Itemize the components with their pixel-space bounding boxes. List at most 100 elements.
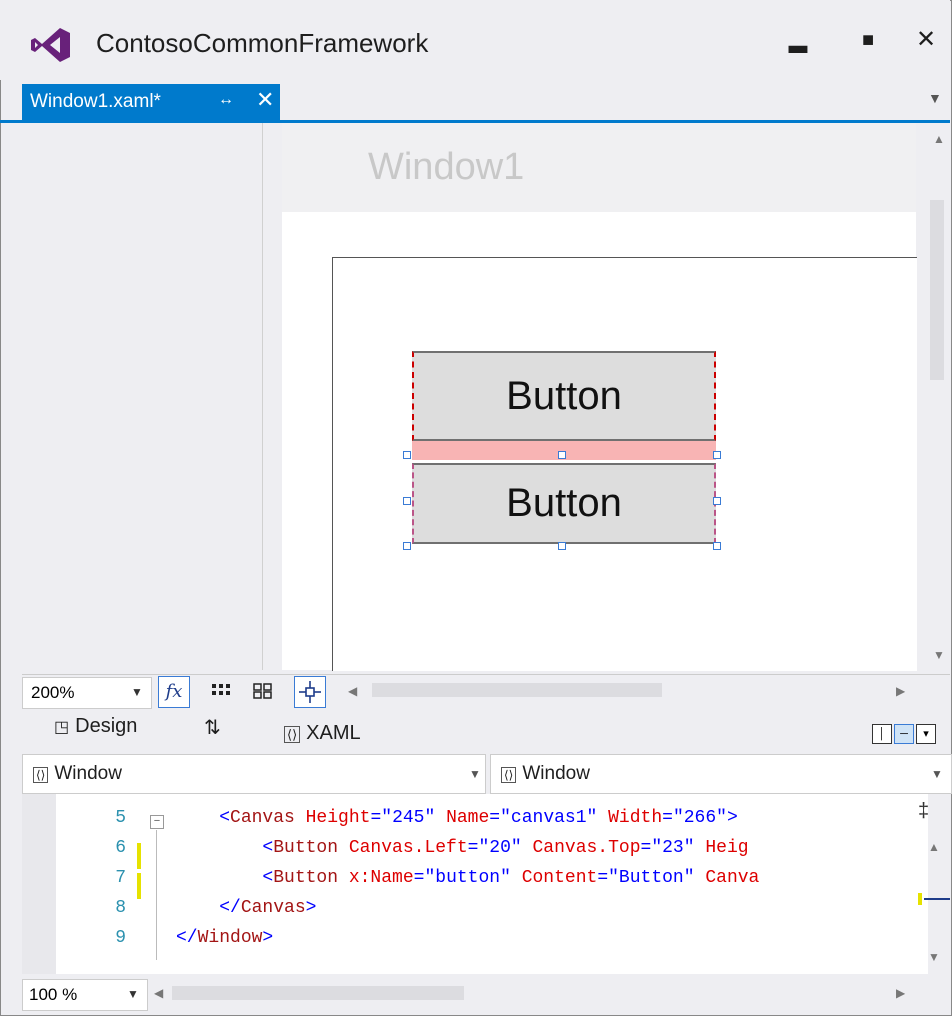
vertical-split-icon[interactable]: │ [872,724,892,744]
code-token: = [489,808,501,828]
minimize-button[interactable]: ▂ [776,18,820,62]
element-icon: ⟨⟩ [501,767,517,783]
code-token: "23" [651,838,695,858]
editor-horizontal-scroll-thumb[interactable] [172,986,464,1000]
element-scope-value: ⟨⟩ Window [33,763,122,785]
window-title: ContosoCommonFramework [96,28,429,58]
code-token: = [370,808,382,828]
maximize-button[interactable]: ■ [846,18,890,62]
resize-handle[interactable] [403,542,411,550]
collapse-pane-icon[interactable]: ▾ [916,724,936,744]
resize-handle[interactable] [403,497,411,505]
code-token: Width [597,808,663,828]
line-number: 8 [115,898,126,918]
chevron-down-icon: ▼ [127,987,139,1001]
line-number: 7 [115,868,126,888]
editor-scroll-down-arrow-icon[interactable]: ▼ [928,950,940,964]
designer-vertical-scroll-thumb[interactable] [930,200,944,380]
scroll-left-arrow-icon[interactable]: ◀ [348,684,357,698]
code-token: "button" [424,868,511,888]
line-number: 5 [115,808,126,828]
resize-handle[interactable] [403,451,411,459]
effects-toggle-button[interactable]: fx [158,676,190,708]
editor-scroll-right-arrow-icon[interactable]: ▶ [896,986,905,1000]
code-token: </ [176,898,241,918]
editor-zoom-select[interactable]: 100 % ▼ [22,979,148,1011]
code-token: Canvas.Top [521,838,641,858]
visual-studio-logo-icon [31,28,70,62]
chevron-down-icon: ▼ [931,767,943,781]
code-token: Name [435,808,490,828]
code-line[interactable]: </Canvas> [176,898,316,918]
code-line[interactable]: <Canvas Height="245" Name="canvas1" Widt… [176,808,738,828]
code-token: > [305,898,317,918]
code-token: Button [273,868,339,888]
code-token: = [662,808,673,828]
element-scope-select[interactable]: ⟨⟩ Window ▼ [22,754,486,794]
tab-overflow-chevron-icon[interactable]: ▼ [928,90,942,106]
code-token: Window [197,928,263,948]
code-token: Content [510,868,598,888]
code-line[interactable]: <Button x:Name="button" Content="Button"… [176,868,759,888]
code-token: < [176,868,274,888]
code-line[interactable]: </Window> [176,928,273,948]
editor-gutter [22,794,56,974]
code-token: "canvas1" [500,808,598,828]
editor-zoom-value: 100 % [29,985,78,1004]
editor-scroll-left-arrow-icon[interactable]: ◀ [154,986,163,1000]
tab-window1-xaml[interactable]: Window1.xaml* ↔ ✕ [22,84,280,120]
split-editor-icon[interactable]: ‡ [918,800,929,823]
code-line[interactable]: <Button Canvas.Left="20" Canvas.Top="23"… [176,838,748,858]
close-window-button[interactable]: ✕ [904,18,948,62]
grid-icon[interactable] [206,676,236,706]
line-number: 6 [115,838,126,858]
resize-handle[interactable] [558,451,566,459]
swap-panes-button[interactable]: ⇅ [204,715,221,740]
tab-design[interactable]: ◳ Design [54,715,137,738]
snap-to-grid-icon[interactable] [248,676,278,706]
zoom-select[interactable]: 200% ▼ [22,677,152,709]
design-ruler-divider [262,123,263,670]
resize-handle[interactable] [713,451,721,459]
resize-handle[interactable] [558,542,566,550]
code-token: < [176,838,274,858]
element-icon: ⟨⟩ [33,767,49,783]
chevron-down-icon: ▼ [131,685,143,699]
member-scope-value: ⟨⟩ Window [501,763,590,785]
code-token: Canva [694,868,760,888]
outline-guide [156,830,157,960]
member-scope-text: Window [522,763,590,784]
split-view-bar [22,710,950,750]
tab-xaml[interactable]: ⟨⟩ XAML [284,722,361,745]
resize-handle[interactable] [713,542,721,550]
editor-scroll-up-arrow-icon[interactable]: ▲ [928,840,940,854]
change-indicator [137,873,141,899]
member-scope-select[interactable]: ⟨⟩ Window ▼ [490,754,952,794]
horizontal-split-icon[interactable]: ─ [894,724,914,744]
designer-horizontal-scroll-thumb[interactable] [372,683,662,697]
resize-handle[interactable] [713,497,721,505]
xaml-view-icon: ⟨⟩ [284,726,301,743]
code-token: "20" [478,838,522,858]
snap-to-snaplines-icon[interactable] [294,676,326,708]
element-scope-text: Window [54,763,122,784]
designer-button-1[interactable]: Button [412,351,716,441]
scroll-down-arrow-icon[interactable]: ▼ [933,648,945,662]
code-token: Canvas [240,898,306,918]
close-tab-icon[interactable]: ✕ [256,87,274,113]
code-token: Button [273,838,339,858]
scroll-map-caret-marker [924,898,950,900]
code-token: Height [294,808,371,828]
code-token: "Button" [608,868,695,888]
pin-icon[interactable]: ↔ [218,91,234,109]
code-token: > [726,808,738,828]
chevron-down-icon: ▼ [469,767,481,781]
scroll-map-change-marker [918,893,922,905]
code-token: Canvas.Left [338,838,468,858]
code-token: = [640,838,652,858]
collapse-toggle-icon[interactable]: − [150,815,164,829]
scroll-right-arrow-icon[interactable]: ▶ [896,684,905,698]
designer-window-title: Window1 [368,146,525,188]
scroll-up-arrow-icon[interactable]: ▲ [933,132,945,146]
designer-button-2[interactable]: Button [412,463,716,544]
